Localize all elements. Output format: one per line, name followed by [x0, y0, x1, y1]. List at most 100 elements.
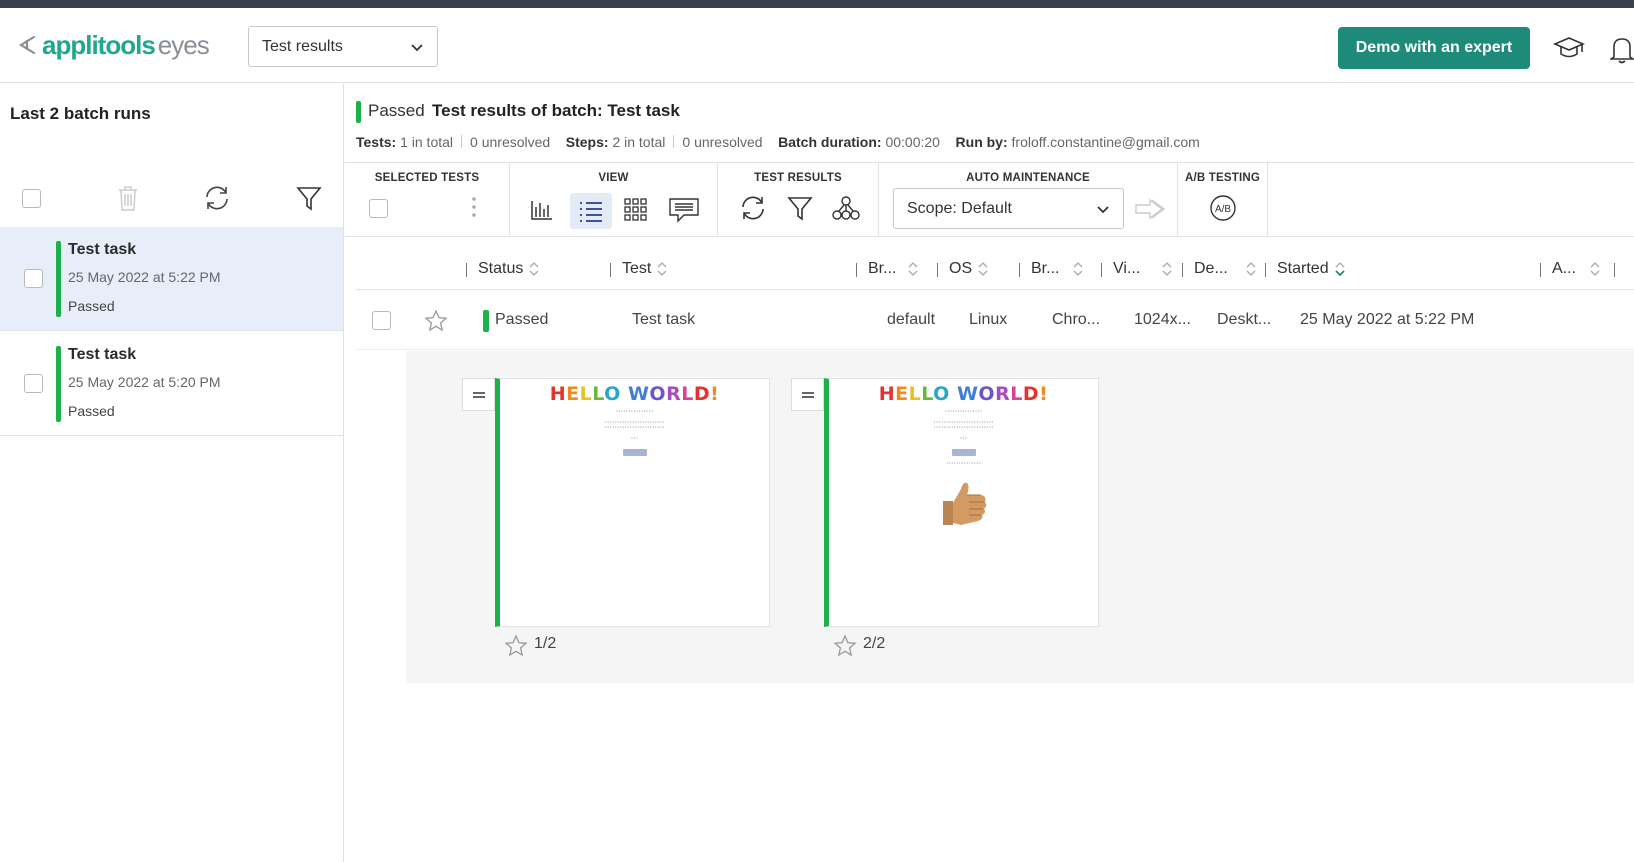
column-os[interactable]: OS	[937, 260, 988, 278]
sort-icon	[1162, 262, 1172, 276]
select-all-checkbox[interactable]	[22, 189, 41, 208]
auto-maintenance-label: AUTO MAINTENANCE	[966, 172, 1090, 184]
results-toolbar: SELECTED TESTS VIEW TEST RESULTS AUTO MA…	[345, 162, 1634, 237]
step-card[interactable]: HELLO WORLD! • • • • • • • • • • • • • •…	[791, 378, 1103, 658]
column-label: Status	[478, 260, 524, 277]
steps-unresolved: 0 unresolved	[682, 134, 763, 150]
filter-results-icon[interactable]	[786, 193, 814, 223]
select-tests-checkbox[interactable]	[369, 199, 388, 218]
batch-status-label: Passed	[368, 101, 425, 120]
batch-title: Test results of batch: Test task	[432, 101, 680, 120]
column-status[interactable]: Status	[466, 260, 539, 278]
thumbnail-text: • • • • • • • • • • • • • • •	[945, 408, 982, 413]
star-icon[interactable]	[504, 634, 528, 658]
list-view-icon[interactable]	[570, 193, 612, 229]
column-browser[interactable]: Br...	[1019, 260, 1083, 278]
group-by-icon[interactable]	[830, 193, 862, 223]
batch-checkbox[interactable]	[24, 374, 43, 393]
column-started[interactable]: Started	[1265, 260, 1345, 278]
top-strip	[0, 0, 1634, 8]
column-device[interactable]: De...	[1182, 260, 1256, 278]
sort-icon	[1590, 262, 1600, 276]
thumbnail-text: • • • • • • • • • • • • • • • • • • • • …	[933, 424, 994, 429]
column-divider	[1614, 263, 1615, 277]
auto-maintenance-section: AUTO MAINTENANCE Scope: Default	[879, 163, 1178, 237]
step-card[interactable]: HELLO WORLD! • • • • • • • • • • • • • •…	[462, 378, 774, 658]
thumbnail-text: • • •	[631, 435, 638, 440]
graduation-cap-icon[interactable]	[1553, 35, 1585, 63]
step-thumbnail[interactable]: HELLO WORLD! • • • • • • • • • • • • • •…	[495, 378, 770, 627]
batch-date: 25 May 2022 at 5:22 PM	[68, 269, 221, 285]
run-by: froloff.constantine@gmail.com	[1011, 134, 1200, 150]
batch-item[interactable]: Test task 25 May 2022 at 5:22 PM Passed	[0, 227, 343, 331]
batch-status: Passed	[68, 298, 115, 314]
refresh-icon[interactable]	[202, 184, 232, 212]
chevron-down-icon	[1097, 206, 1109, 214]
row-checkbox[interactable]	[372, 311, 391, 330]
sort-icon	[529, 262, 539, 276]
view-select[interactable]: Test results	[248, 26, 438, 67]
details-view-icon[interactable]	[666, 193, 702, 225]
apply-maintenance-icon[interactable]	[1132, 197, 1168, 221]
thumbnail-text: • • •	[960, 435, 967, 440]
view-section: VIEW	[510, 163, 718, 237]
star-icon[interactable]	[424, 309, 448, 333]
drag-handle-icon[interactable]	[791, 378, 824, 411]
ab-testing-icon[interactable]: A/B	[1209, 194, 1237, 222]
sort-icon	[978, 262, 988, 276]
column-viewport[interactable]: Vi...	[1101, 260, 1172, 278]
svg-text:A/B: A/B	[1215, 204, 1231, 215]
table-row[interactable]: Passed Test task default Linux Chro... 1…	[356, 292, 1634, 350]
trash-icon[interactable]	[116, 184, 140, 212]
grid-view-icon[interactable]	[618, 193, 654, 225]
chart-view-icon[interactable]	[524, 193, 560, 225]
cell-os: Linux	[969, 311, 1008, 328]
batch-item[interactable]: Test task 25 May 2022 at 5:20 PM Passed	[0, 332, 343, 436]
passed-indicator	[56, 241, 61, 317]
batch-list-title: Last 2 batch runs	[10, 104, 151, 123]
star-icon[interactable]	[833, 634, 857, 658]
batch-name: Test task	[68, 241, 137, 258]
column-label: Started	[1277, 260, 1329, 277]
steps-label: Steps:	[565, 134, 609, 150]
tests-total: 1 in total	[400, 134, 454, 150]
scope-select[interactable]: Scope: Default	[893, 188, 1124, 229]
column-assignee[interactable]: A...	[1540, 260, 1600, 278]
drag-handle-icon[interactable]	[462, 378, 495, 411]
view-label: VIEW	[598, 172, 629, 184]
cell-started: 25 May 2022 at 5:22 PM	[1300, 311, 1475, 328]
batch-duration: 00:00:20	[885, 134, 940, 150]
more-vertical-icon[interactable]	[471, 196, 477, 218]
step-thumbnail[interactable]: HELLO WORLD! • • • • • • • • • • • • • •…	[824, 378, 1099, 627]
step-number: 1/2	[534, 635, 557, 652]
batch-checkbox[interactable]	[24, 269, 43, 288]
scope-value: Scope: Default	[907, 199, 1012, 217]
applitools-logo[interactable]: applitools eyes	[16, 30, 210, 60]
selected-tests-label: SELECTED TESTS	[374, 172, 480, 184]
cell-test: Test task	[632, 311, 696, 328]
bell-icon[interactable]	[1610, 33, 1634, 65]
column-branch[interactable]: Br...	[856, 260, 926, 278]
ab-testing-label: A/B TESTING	[1184, 172, 1261, 184]
column-test[interactable]: Test	[610, 260, 667, 278]
batch-date: 25 May 2022 at 5:20 PM	[68, 374, 221, 390]
steps-total: 2 in total	[612, 134, 666, 150]
demo-with-expert-button[interactable]: Demo with an expert	[1338, 27, 1530, 69]
filter-icon[interactable]	[296, 184, 322, 212]
refresh-results-icon[interactable]	[738, 193, 768, 223]
test-results-section: TEST RESULTS	[718, 163, 879, 237]
cell-status: Passed	[495, 311, 549, 328]
column-label: Test	[622, 260, 652, 277]
chevron-down-icon	[411, 44, 423, 52]
passed-indicator	[56, 346, 61, 422]
thumbnail-button	[622, 449, 647, 456]
column-label: Br...	[1031, 260, 1060, 277]
ab-testing-section: A/B TESTING A/B	[1178, 163, 1268, 237]
results-table-header: Status Test Br... OS Br... Vi... De... S…	[356, 250, 1634, 290]
tests-label: Tests:	[356, 134, 397, 150]
column-label: Vi...	[1113, 260, 1141, 277]
sort-icon	[908, 262, 918, 276]
duration-label: Batch duration:	[778, 134, 882, 150]
batch-status: Passed	[68, 403, 115, 419]
tests-unresolved: 0 unresolved	[470, 134, 551, 150]
